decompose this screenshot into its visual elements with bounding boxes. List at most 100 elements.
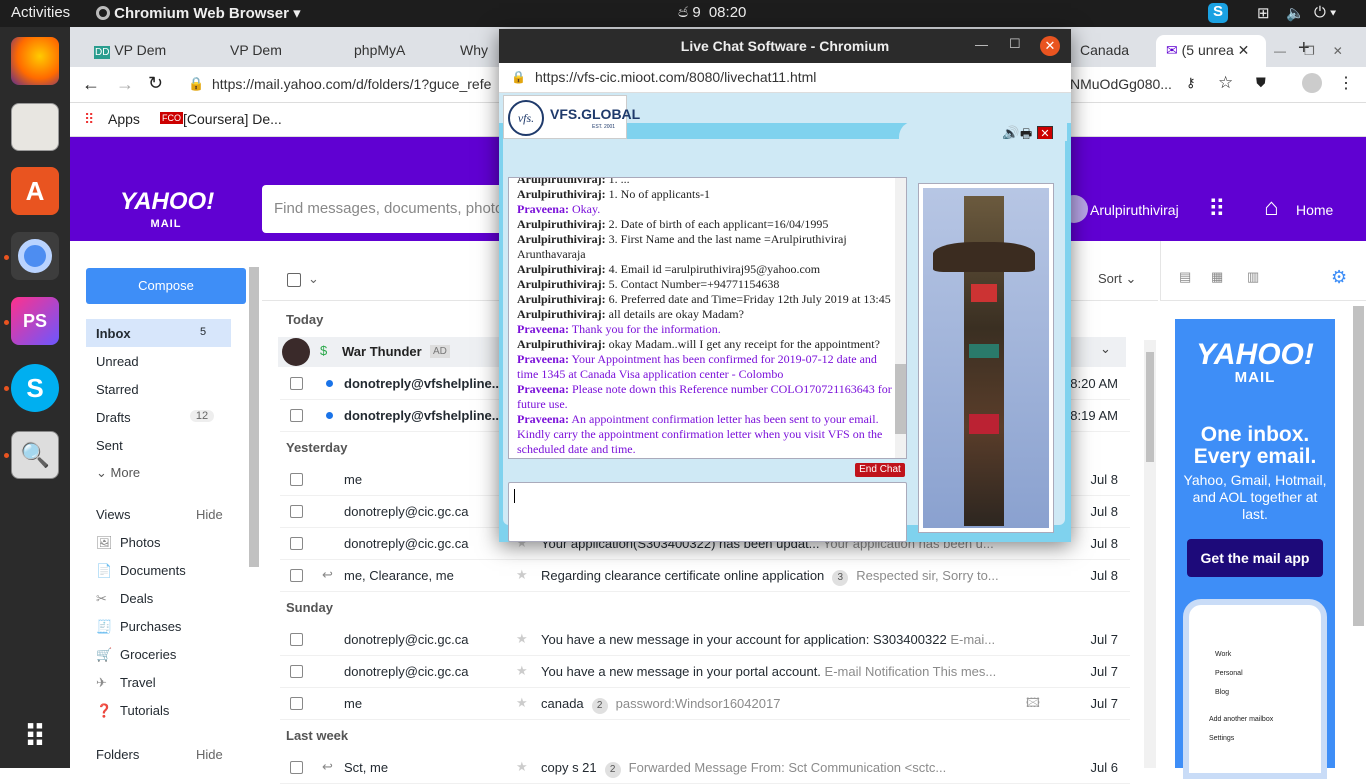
url-tail-text[interactable]: NMuOdGg080... <box>1070 76 1172 92</box>
apps-grid-icon[interactable]: ⠿ <box>1208 195 1226 224</box>
view-item-groceries[interactable]: 🛒 Groceries <box>96 647 176 663</box>
tab-yahoo-mail[interactable]: ✉ (5 unrea ✕ <box>1156 35 1266 67</box>
forward-icon[interactable]: → <box>116 74 134 95</box>
folders-hide-link[interactable]: Hide <box>196 747 223 762</box>
more-link[interactable]: ⌄ More <box>96 465 140 481</box>
star-icon[interactable]: ★ <box>516 567 528 583</box>
home-icon[interactable]: ⌂ <box>1264 194 1279 222</box>
bookmark-apps[interactable]: Apps <box>108 111 140 127</box>
url-text[interactable]: https://mail.yahoo.com/d/folders/1?guce_… <box>212 76 491 92</box>
compose-button[interactable]: Compose <box>86 268 246 304</box>
list-scrollbar[interactable] <box>1144 340 1156 768</box>
tab-vp-demo-2[interactable]: VP Dem <box>220 35 320 67</box>
home-link[interactable]: Home <box>1296 202 1333 218</box>
get-app-button[interactable]: Get the mail app <box>1187 539 1323 577</box>
apps-grid-icon[interactable]: ⠿ <box>11 713 59 761</box>
tab-canada[interactable]: Canada <box>1070 35 1150 67</box>
row-checkbox[interactable] <box>290 537 303 550</box>
skype-icon[interactable]: S <box>11 364 59 412</box>
profile-icon[interactable] <box>1302 73 1322 93</box>
row-checkbox[interactable] <box>290 697 303 710</box>
folder-unread[interactable]: Unread <box>96 354 139 369</box>
firefox-icon[interactable] <box>11 37 59 85</box>
chromium-icon[interactable] <box>11 232 59 280</box>
star-icon[interactable]: ★ <box>516 759 528 775</box>
volume-icon[interactable]: 🔈 <box>1286 4 1305 22</box>
notepad-icon[interactable]: ▥ <box>1247 269 1259 285</box>
skype-tray-icon[interactable]: S <box>1208 3 1228 23</box>
key-icon[interactable]: ⚷ <box>1186 75 1196 91</box>
tab-phpmyadmin[interactable]: phpMyA <box>344 35 444 67</box>
close-icon[interactable]: ✕ <box>1040 36 1060 56</box>
star-icon[interactable]: ★ <box>516 631 528 647</box>
user-name[interactable]: Arulpiruthiviraj <box>1090 202 1179 218</box>
bookmark-star-icon[interactable]: ☆ <box>1218 73 1233 93</box>
close-icon[interactable]: ✕ <box>1238 42 1250 58</box>
window-controls[interactable]: — ❐ ✕ <box>1270 37 1360 69</box>
row-checkbox[interactable] <box>290 473 303 486</box>
chevron-down-icon[interactable]: ⌄ <box>1100 341 1111 357</box>
app-menu[interactable]: Chromium Web Browser ▾ <box>96 4 301 22</box>
calendar-icon[interactable]: ▦ <box>1211 269 1223 285</box>
row-checkbox[interactable] <box>290 569 303 582</box>
activities-button[interactable]: Activities <box>11 4 70 21</box>
minimize-icon[interactable]: — <box>975 37 988 52</box>
view-item-deals[interactable]: ✂ Deals <box>96 591 153 607</box>
search-input[interactable]: Find messages, documents, photo <box>274 200 503 217</box>
folder-inbox[interactable]: Inbox <box>96 326 131 341</box>
clock[interactable]: ජ 9 08:20 <box>678 4 746 21</box>
row-checkbox[interactable] <box>290 633 303 646</box>
view-item-photos[interactable]: 🖼 Photos <box>96 535 160 551</box>
folder-starred[interactable]: Starred <box>96 382 139 397</box>
chat-scrollbar[interactable] <box>895 178 906 458</box>
chevron-down-icon: ▾ <box>293 5 301 22</box>
chat-url[interactable]: https://vfs-cic.mioot.com/8080/livechat1… <box>535 69 816 85</box>
power-icon[interactable]: ⏻ ▾ <box>1314 4 1336 21</box>
chat-transcript[interactable]: Arulpiruthiviraj: 1. ... Arulpiruthivira… <box>508 177 907 459</box>
folder-sent[interactable]: Sent <box>96 438 123 453</box>
table-row[interactable]: ↩ me, Clearance, me ★ Regarding clearance c… <box>280 560 1130 592</box>
search-box[interactable]: Find messages, documents, photo <box>262 185 522 233</box>
software-icon[interactable]: A <box>11 167 59 215</box>
bookmark-coursera[interactable]: [Coursera] De... <box>183 111 282 127</box>
tab-vp-demo-1[interactable]: DD VP Dem <box>84 35 194 67</box>
select-all-checkbox[interactable] <box>287 273 301 287</box>
files-icon[interactable] <box>11 103 59 151</box>
extension-icon[interactable]: ⛊ <box>1256 75 1266 91</box>
yahoo-mail-logo[interactable]: YAHOO! MAIL <box>120 190 214 235</box>
views-hide-link[interactable]: Hide <box>196 507 223 522</box>
view-item-documents[interactable]: 📄 Documents <box>96 563 186 579</box>
chat-message-input[interactable] <box>508 482 907 542</box>
table-row[interactable]: ↩ Sct, me ★ copy s 21 2 Forwarded Message Fro… <box>280 752 1130 784</box>
left-scrollbar[interactable] <box>249 267 259 567</box>
gear-icon[interactable]: ⚙ <box>1331 267 1347 288</box>
page-scrollbar[interactable] <box>1353 306 1364 626</box>
tab-why[interactable]: Why <box>450 35 500 67</box>
network-icon[interactable]: ⊞ <box>1257 4 1270 22</box>
folder-drafts[interactable]: Drafts <box>96 410 131 425</box>
row-checkbox[interactable] <box>290 377 303 390</box>
end-chat-button[interactable]: End Chat <box>855 463 905 477</box>
table-row[interactable]: me ★ canada 2 password:Windsor16042017 🖾 Jul 7 <box>280 688 1130 720</box>
star-icon[interactable]: ★ <box>516 695 528 711</box>
row-checkbox[interactable] <box>290 505 303 518</box>
search-tool-icon[interactable]: 🔍 <box>11 431 59 479</box>
ad-panel[interactable]: YAHOO! MAIL One inbox. Every email. Yaho… <box>1175 319 1335 779</box>
star-icon[interactable]: ★ <box>516 663 528 679</box>
folders-heading: Folders <box>96 747 140 762</box>
chevron-down-icon[interactable]: ⌄ <box>308 271 319 287</box>
sort-button[interactable]: Sort ⌄ <box>1098 271 1136 287</box>
view-item-tutorials[interactable]: ❓ Tutorials <box>96 703 169 719</box>
phpstorm-icon[interactable]: PS <box>11 297 59 345</box>
row-checkbox[interactable] <box>290 665 303 678</box>
reload-icon[interactable]: ↻ <box>148 73 163 94</box>
contacts-icon[interactable]: ▤ <box>1179 269 1191 285</box>
view-item-travel[interactable]: ✈ Travel <box>96 675 156 691</box>
menu-dots-icon[interactable]: ⋮ <box>1338 73 1354 93</box>
view-item-purchases[interactable]: 🧾 Purchases <box>96 619 181 635</box>
row-checkbox[interactable] <box>290 409 303 422</box>
maximize-icon[interactable]: ☐ <box>1009 36 1021 52</box>
table-row[interactable]: donotreply@cic.gc.ca ★ You have a new mess… <box>280 656 1130 688</box>
back-icon[interactable]: ← <box>82 74 100 95</box>
table-row[interactable]: donotreply@cic.gc.ca ★ You have a new mess… <box>280 624 1130 656</box>
